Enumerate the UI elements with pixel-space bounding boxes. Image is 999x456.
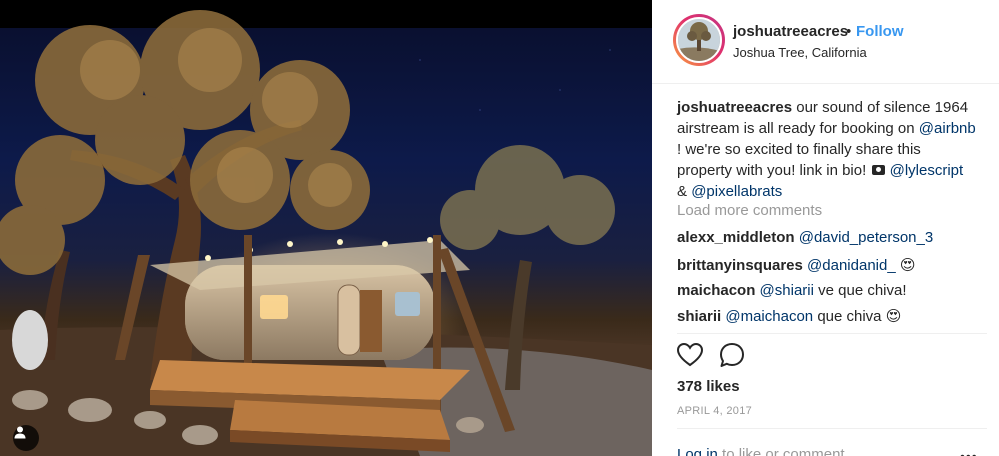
login-link[interactable]: Log in <box>677 446 718 456</box>
follow-button[interactable]: Follow <box>856 23 904 40</box>
comment-username[interactable]: alexx_middleton <box>677 229 795 246</box>
avatar[interactable] <box>676 17 722 63</box>
post-date[interactable]: APRIL 4, 2017 <box>677 405 752 417</box>
comment-item: shiarii @maichacon que chiva 😍 <box>677 307 901 325</box>
comment-item: brittanyinsquares @danidanid_ 😍 <box>677 256 916 274</box>
divider <box>677 428 987 429</box>
comment-text: ve que chiva! <box>818 282 907 299</box>
comment-mention[interactable]: @david_peterson_3 <box>799 229 934 246</box>
more-options-icon[interactable]: ••• <box>960 448 978 456</box>
login-prompt-text: to like or comment. <box>722 446 849 456</box>
caption-username[interactable]: joshuatreeacres <box>677 99 792 116</box>
comment-text: 😍 <box>899 257 916 274</box>
comment-username[interactable]: maichacon <box>677 282 755 299</box>
comment-item: alexx_middleton @david_peterson_3 <box>677 229 933 246</box>
post-sidebar: joshuatreeacres • Follow Joshua Tree, Ca… <box>652 0 999 456</box>
caption-ampersand: & <box>677 183 688 200</box>
likes-count[interactable]: 378 likes <box>677 378 740 395</box>
heart-icon[interactable] <box>676 341 704 369</box>
post-caption: joshuatreeacres our sound of silence 196… <box>677 97 977 202</box>
comment-username[interactable]: shiarii <box>677 308 721 325</box>
login-prompt: Log in to like or comment. <box>677 446 849 456</box>
comment-item: maichacon @shiarii ve que chiva! <box>677 282 907 299</box>
header-username[interactable]: joshuatreeacres <box>733 23 848 40</box>
avatar-ring[interactable] <box>673 14 725 66</box>
comment-icon[interactable] <box>718 341 746 369</box>
photo-scene <box>0 10 652 456</box>
comment-username[interactable]: brittanyinsquares <box>677 257 803 274</box>
caption-mention-lylescript[interactable]: @lylescript <box>890 162 964 179</box>
caption-mention-airbnb[interactable]: @airbnb <box>919 120 976 137</box>
comment-mention[interactable]: @shiarii <box>760 282 814 299</box>
user-tag-icon[interactable] <box>13 425 39 451</box>
comment-mention[interactable]: @maichacon <box>725 308 813 325</box>
caption-mention-pixellabrats[interactable]: @pixellabrats <box>691 183 782 200</box>
load-more-comments-button[interactable]: Load more comments <box>677 202 822 219</box>
comment-mention[interactable]: @danidanid_ <box>807 257 896 274</box>
comment-text: que chiva 😍 <box>817 308 902 325</box>
header-separator-dot: • <box>846 23 852 40</box>
divider <box>677 333 987 334</box>
post-header: joshuatreeacres • Follow Joshua Tree, Ca… <box>652 0 999 84</box>
camera-icon <box>872 165 886 175</box>
post-photo[interactable] <box>0 0 652 456</box>
post-location[interactable]: Joshua Tree, California <box>733 45 867 60</box>
